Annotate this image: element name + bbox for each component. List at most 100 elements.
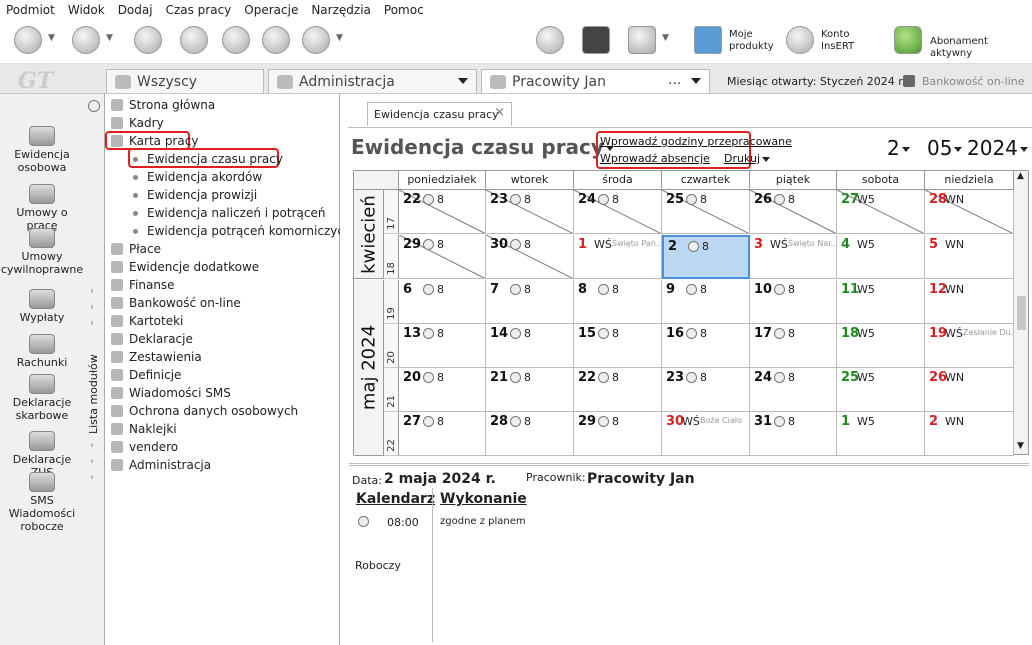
tree-item[interactable]: Ewidencja potrąceń komorniczych xyxy=(133,222,352,240)
splitter[interactable] xyxy=(349,463,1029,466)
help-icon[interactable] xyxy=(302,26,330,54)
year-selector[interactable]: 2024 xyxy=(967,136,1028,160)
tree-item[interactable]: Kadry xyxy=(111,114,164,132)
chevron-left-icon[interactable]: ‹ xyxy=(90,318,94,329)
administracja-dropdown[interactable]: Administracja xyxy=(268,69,477,93)
menu-item[interactable]: Dodaj xyxy=(118,3,153,17)
day-cell[interactable]: 27 8 xyxy=(399,412,486,456)
day-cell[interactable]: 12 WN xyxy=(925,280,1014,324)
lista-modulow-bar[interactable]: ‹ ‹ ‹ Lista modułów ‹ ‹ ‹ xyxy=(84,94,104,645)
tree-item[interactable]: Administracja xyxy=(111,456,211,474)
day-cell[interactable]: 5 WN xyxy=(925,235,1014,279)
tree-item[interactable]: Ochrona danych osobowych xyxy=(111,402,298,420)
day-cell[interactable]: 22 8 xyxy=(399,190,486,234)
chevron-down-icon[interactable]: ▼ xyxy=(48,33,55,43)
day-cell[interactable]: 20 8 xyxy=(399,368,486,412)
insert-account-icon[interactable] xyxy=(786,26,814,54)
day-cell[interactable]: 29 8 xyxy=(399,235,486,279)
day-cell[interactable]: 14 8 xyxy=(486,324,574,368)
day-cell[interactable]: 21 8 xyxy=(486,368,574,412)
day-cell[interactable]: 26 8 xyxy=(750,190,837,234)
close-icon[interactable]: × xyxy=(494,105,505,120)
chevron-left-icon[interactable]: ‹ xyxy=(90,472,94,483)
day-cell[interactable]: 78 xyxy=(486,280,574,324)
menu-item[interactable]: Narzędzia xyxy=(311,3,371,17)
day-cell[interactable]: 29 8 xyxy=(574,412,662,456)
sidebar-item[interactable]: Rachunki xyxy=(0,334,84,369)
drukuj-button[interactable]: Drukuj xyxy=(724,152,771,165)
sidebar-item[interactable]: Wypłaty xyxy=(0,289,84,324)
forward-icon[interactable] xyxy=(72,26,100,54)
chevron-left-icon[interactable]: ‹ xyxy=(90,302,94,313)
tab-ewidencja-czasu-pracy[interactable]: Ewidencja czasu pracy × xyxy=(367,102,512,126)
sidebar-item[interactable]: Deklaracje skarbowe xyxy=(0,374,84,422)
tree-item[interactable]: Płace xyxy=(111,240,161,258)
wprowadz-godziny-link[interactable]: Wprowadź godziny przepracowane xyxy=(600,135,792,148)
day-cell[interactable]: 24 8 xyxy=(574,190,662,234)
edit-icon[interactable] xyxy=(222,26,250,54)
day-cell[interactable]: 25 8 xyxy=(662,190,750,234)
tree-item[interactable]: Finanse xyxy=(111,276,175,294)
chevron-up-icon[interactable]: ▲ xyxy=(1017,171,1024,181)
tree-item[interactable]: Karta pracy xyxy=(111,132,198,150)
menu-item[interactable]: Podmiot xyxy=(6,3,55,17)
day-cell[interactable]: 10 8 xyxy=(750,280,837,324)
tree-item[interactable]: Kartoteki xyxy=(111,312,183,330)
day-cell[interactable]: 30 WŚ Boże Ciało xyxy=(662,412,750,456)
day-cell[interactable]: 68 xyxy=(399,280,486,324)
wprowadz-absencje-link[interactable]: Wprowadź absencje xyxy=(600,152,710,165)
tree-item[interactable]: Ewidencja akordów xyxy=(133,168,262,186)
back-icon[interactable] xyxy=(14,26,42,54)
day-cell[interactable]: 2 WN xyxy=(925,412,1014,456)
day-cell[interactable]: 3 WŚ Święto Nar... xyxy=(750,235,837,279)
moje-produkty-button[interactable]: Moje produkty xyxy=(729,29,774,53)
day-cell[interactable]: 16 8 xyxy=(662,324,750,368)
day-cell[interactable]: 1 W5 xyxy=(837,412,925,456)
box-icon[interactable] xyxy=(582,26,610,54)
tree-item[interactable]: Naklejki xyxy=(111,420,177,438)
shield-check-icon[interactable] xyxy=(894,26,922,54)
day-cell[interactable]: 22 8 xyxy=(574,368,662,412)
printer-icon[interactable] xyxy=(262,26,290,54)
tree-item[interactable]: Ewidencja prowizji xyxy=(133,186,257,204)
menu-item[interactable]: Operacje xyxy=(244,3,298,17)
sidebar-item[interactable]: Umowy o pracę xyxy=(0,184,84,232)
menu-item[interactable]: Widok xyxy=(68,3,105,17)
day-cell[interactable]: 28 xyxy=(662,235,750,279)
day-cell[interactable]: 27 W5 xyxy=(837,190,925,234)
menu-item[interactable]: Czas pracy xyxy=(166,3,232,17)
tree-item[interactable]: Bankowość on-line xyxy=(111,294,241,312)
day-selector[interactable]: 2 xyxy=(887,136,910,160)
day-cell[interactable]: 25 W5 xyxy=(837,368,925,412)
day-cell[interactable]: 98 xyxy=(662,280,750,324)
day-cell[interactable]: 88 xyxy=(574,280,662,324)
tree-item[interactable]: Ewidencja czasu pracy xyxy=(133,150,283,168)
day-cell[interactable]: 23 8 xyxy=(486,190,574,234)
chevron-left-icon[interactable]: ‹ xyxy=(90,440,94,451)
tree-item[interactable]: vendero xyxy=(111,438,178,456)
day-cell[interactable]: 19 WŚ Zesłanie Du... xyxy=(925,324,1014,368)
tree-item[interactable]: Deklaracje xyxy=(111,330,193,348)
cloud-icon[interactable] xyxy=(628,26,656,54)
tree-item[interactable]: Ewidencje dodatkowe xyxy=(111,258,259,276)
tree-item[interactable]: Wiadomości SMS xyxy=(111,384,231,402)
tree-item[interactable]: Zestawienia xyxy=(111,348,202,366)
abonament-button[interactable]: Abonament aktywny xyxy=(930,36,1032,60)
day-cell[interactable]: 18 W5 xyxy=(837,324,925,368)
pin-icon[interactable] xyxy=(88,100,100,112)
tree-item[interactable]: Strona główna xyxy=(111,96,215,114)
sidebar-item[interactable]: Umowy cywilnoprawne xyxy=(0,228,84,276)
day-cell[interactable]: 31 8 xyxy=(750,412,837,456)
globe-icon[interactable] xyxy=(536,26,564,54)
products-icon[interactable] xyxy=(694,26,722,54)
day-cell[interactable]: 11 W5 xyxy=(837,280,925,324)
day-cell[interactable]: 24 8 xyxy=(750,368,837,412)
bankowosc-online-button[interactable]: Bankowość on-line xyxy=(922,75,1025,88)
chevron-down-icon[interactable]: ▼ xyxy=(336,33,343,43)
chevron-down-icon[interactable]: ▼ xyxy=(662,33,669,43)
chevron-down-icon[interactable]: ▼ xyxy=(106,33,113,43)
tree-item[interactable]: Definicje xyxy=(111,366,181,384)
month-selector[interactable]: 05 xyxy=(927,136,963,160)
day-cell[interactable]: 13 8 xyxy=(399,324,486,368)
day-cell[interactable]: 4 W5 xyxy=(837,235,925,279)
